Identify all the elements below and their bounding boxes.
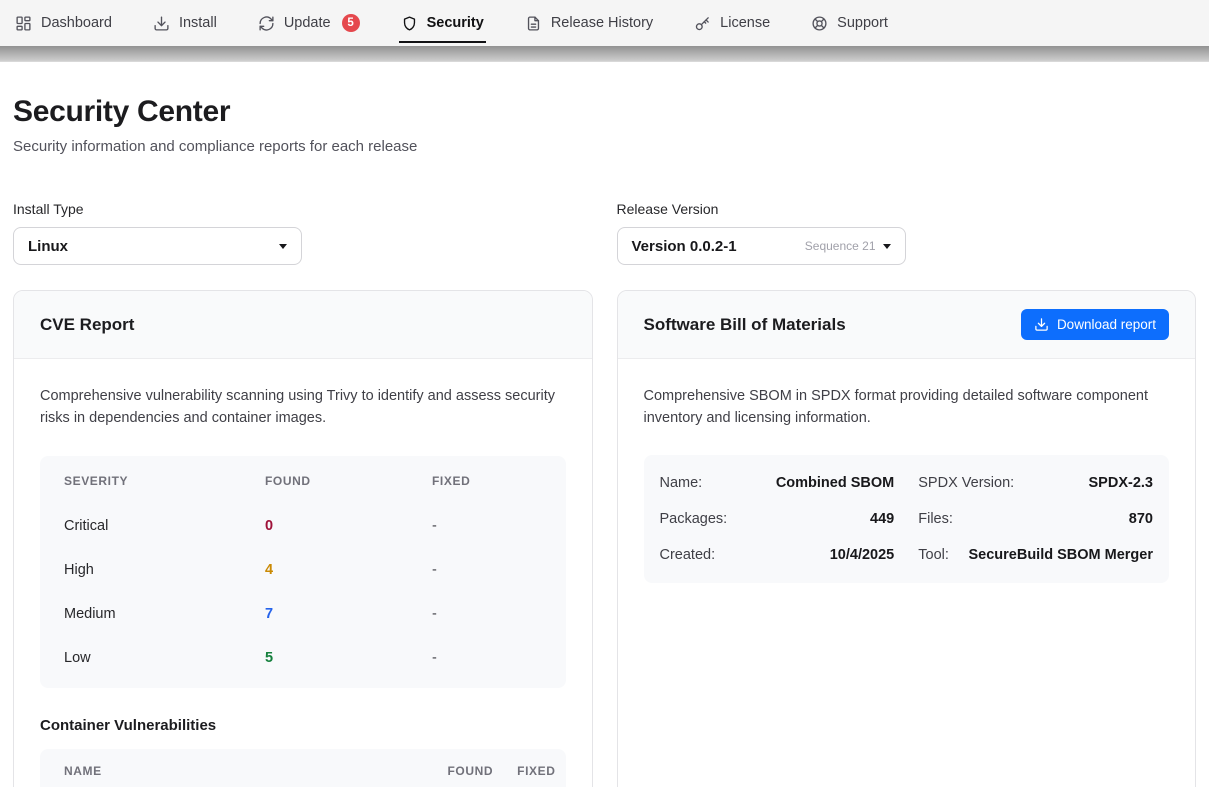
sbom-files-label: Files: [918,511,953,527]
nav-item-install[interactable]: Install [153,0,217,46]
cards-row: CVE Report Comprehensive vulnerability s… [13,290,1196,787]
install-type-filter: Install Type Linux [13,201,593,265]
install-type-value: Linux [28,238,68,255]
col-fixed: Fixed [432,474,566,488]
release-version-value: Version 0.0.2-1 [632,238,737,255]
nav-item-security[interactable]: Security [401,0,484,46]
sbom-tool-label: Tool: [918,547,949,563]
nav-label: Release History [551,15,653,31]
sbom-card-title: Software Bill of Materials [644,315,846,335]
sbom-tool-value: SecureBuild SBOM Merger [968,547,1153,563]
nav-item-release-history[interactable]: Release History [525,0,653,46]
col-severity: Severity [64,474,265,488]
nav-label: Security [427,15,484,31]
header-shadow [0,46,1209,62]
install-type-label: Install Type [13,201,593,217]
found-count: 4 [265,562,432,578]
sbom-files-value: 870 [1129,511,1153,527]
top-nav: Dashboard Install Update 5 Security Rele… [0,0,1209,46]
severity-table: Severity Found Fixed Critical 0 - High 4… [40,456,566,688]
col-found: Found [447,764,493,778]
document-icon [525,15,542,32]
nav-label: Update [284,15,331,31]
table-row: Name: Combined SBOM SPDX Version: SPDX-2… [660,465,1154,501]
sbom-created-label: Created: [660,547,716,563]
table-row: Packages: 449 Files: 870 [660,501,1154,537]
nav-label: Support [837,15,888,31]
container-vulnerabilities-title: Container Vulnerabilities [40,717,566,734]
sequence-label: Sequence 21 [805,239,876,253]
sbom-card-body: Comprehensive SBOM in SPDX format provid… [618,359,1196,610]
table-row: High 4 - [40,548,566,592]
download-report-button[interactable]: Download report [1021,309,1169,340]
life-buoy-icon [811,15,828,32]
chevron-down-icon [883,244,891,249]
sbom-description: Comprehensive SBOM in SPDX format provid… [644,386,1170,429]
cve-card-title: CVE Report [40,315,134,335]
table-row: Critical 0 - [40,504,566,548]
filters-row: Install Type Linux Release Version Versi… [13,201,1196,265]
refresh-icon [258,15,275,32]
chevron-down-icon [279,244,287,249]
col-name: Name [64,764,447,778]
sbom-spdx-value: SPDX-2.3 [1089,475,1153,491]
sbom-packages-value: 449 [870,511,894,527]
key-icon [694,15,711,32]
dashboard-icon [15,15,32,32]
col-fixed: Fixed [517,764,555,778]
download-icon [153,15,170,32]
sbom-spdx-label: SPDX Version: [918,475,1014,491]
nav-label: Dashboard [41,15,112,31]
table-row: Low 5 - [40,636,566,680]
release-version-label: Release Version [617,201,1197,217]
table-row: Medium 7 - [40,592,566,636]
sbom-card: Software Bill of Materials Download repo… [617,290,1197,787]
sbom-card-header: Software Bill of Materials Download repo… [618,291,1196,359]
cve-description: Comprehensive vulnerability scanning usi… [40,386,566,429]
cve-report-card: CVE Report Comprehensive vulnerability s… [13,290,593,787]
cve-card-body: Comprehensive vulnerability scanning usi… [14,359,592,787]
nav-label: License [720,15,770,31]
install-type-select[interactable]: Linux [13,227,302,265]
nav-item-update[interactable]: Update 5 [258,0,360,46]
sbom-details-panel: Name: Combined SBOM SPDX Version: SPDX-2… [644,455,1170,583]
nav-item-license[interactable]: License [694,0,770,46]
release-version-select[interactable]: Version 0.0.2-1 Sequence 21 [617,227,906,265]
update-count-badge: 5 [342,14,360,32]
sbom-created-value: 10/4/2025 [830,547,895,563]
page-title: Security Center [13,95,1196,129]
found-count: 7 [265,606,432,622]
container-vulnerabilities-table-header: Name Found Fixed [40,749,566,787]
severity-table-header: Severity Found Fixed [40,458,566,504]
shield-icon [401,15,418,32]
col-found: Found [265,474,432,488]
nav-item-support[interactable]: Support [811,0,888,46]
nav-label: Install [179,15,217,31]
download-icon [1034,317,1049,332]
sbom-name-label: Name: [660,475,703,491]
found-count: 0 [265,518,432,534]
found-count: 5 [265,650,432,666]
release-version-filter: Release Version Version 0.0.2-1 Sequence… [617,201,1197,265]
page-subtitle: Security information and compliance repo… [13,138,1196,155]
sbom-name-value: Combined SBOM [776,475,894,491]
cve-card-header: CVE Report [14,291,592,359]
table-row: Created: 10/4/2025 Tool: SecureBuild SBO… [660,537,1154,573]
download-report-label: Download report [1057,317,1156,332]
main-content: Security Center Security information and… [0,95,1209,787]
sbom-packages-label: Packages: [660,511,728,527]
nav-item-dashboard[interactable]: Dashboard [15,0,112,46]
